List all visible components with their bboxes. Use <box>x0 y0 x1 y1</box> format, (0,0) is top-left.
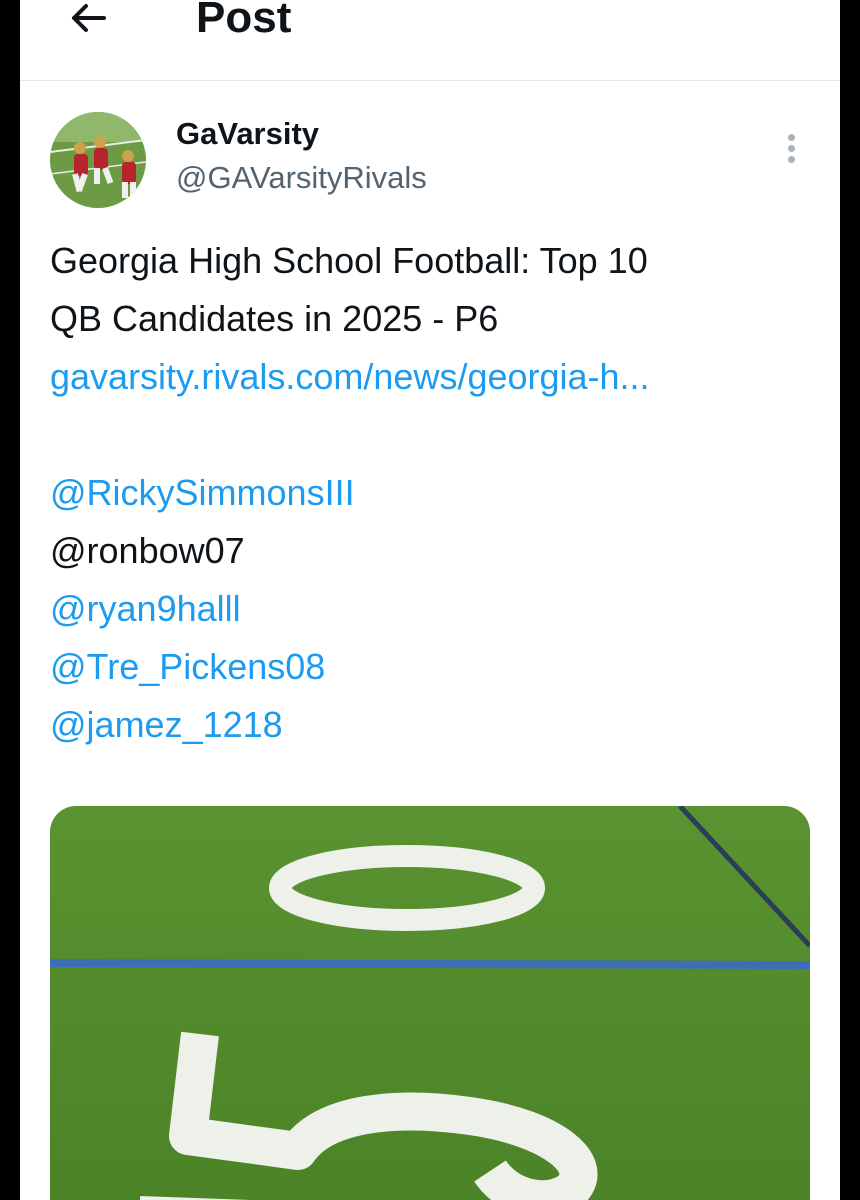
arrow-left-icon <box>72 4 106 32</box>
mention-text: @ronbow07 <box>50 530 245 571</box>
more-vertical-icon <box>776 134 806 163</box>
app-screen: Post GaVarsity @GAVarsityRivals Georgia … <box>20 0 840 1200</box>
mention-link[interactable]: @Tre_Pickens08 <box>50 638 820 696</box>
mention-link[interactable]: @RickySimmonsIII <box>50 464 820 522</box>
author-handle[interactable]: @GAVarsityRivals <box>176 158 427 198</box>
top-bar: Post <box>20 0 840 81</box>
mention-link[interactable]: @jamez_1218 <box>50 696 820 754</box>
post-image[interactable] <box>50 806 810 1200</box>
post-text-line: Georgia High School Football: Top 10 <box>50 240 648 281</box>
post-body: Georgia High School Football: Top 10 QB … <box>50 232 820 754</box>
football-field-image <box>50 806 810 1200</box>
page-title: Post <box>196 0 292 42</box>
post-text-line: QB Candidates in 2025 - P6 <box>50 298 499 339</box>
author-display-name[interactable]: GaVarsity <box>176 114 319 154</box>
back-button[interactable] <box>64 0 112 42</box>
avatar[interactable] <box>50 112 146 208</box>
mention-link[interactable]: @ryan9halll <box>50 580 820 638</box>
more-options-button[interactable] <box>776 130 806 170</box>
article-link[interactable]: gavarsity.rivals.com/news/georgia-h... <box>50 348 820 406</box>
